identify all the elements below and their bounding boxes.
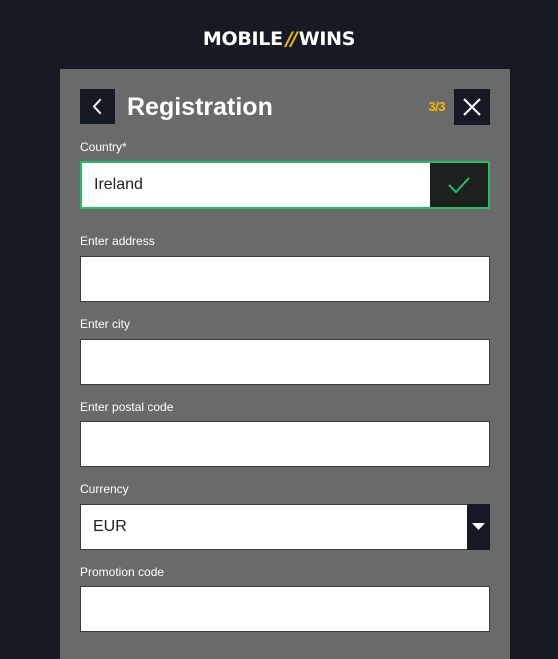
promotion-code-input[interactable] [80,586,490,632]
registration-panel: Registration 3/3 Country* Ireland Enter … [60,69,510,659]
city-input[interactable] [80,339,490,385]
currency-label: Currency [80,482,129,496]
step-counter: 3/3 [428,99,445,114]
close-icon [463,98,481,116]
country-field[interactable]: Ireland [80,161,490,209]
country-value: Ireland [94,176,143,193]
checkmark-icon [448,177,470,194]
logo-slash: // [285,28,298,50]
page-title: Registration [127,93,273,121]
back-button[interactable] [80,89,115,124]
country-valid-indicator [430,163,488,207]
brand-logo: MOBILE//WINS [0,28,558,50]
postal-code-label: Enter postal code [80,400,174,414]
logo-text-mobile: MOBILE [202,28,283,50]
promotion-code-label: Promotion code [80,565,165,579]
currency-dropdown-toggle[interactable] [467,504,490,550]
currency-select[interactable]: EUR [80,504,490,550]
address-input[interactable] [80,256,490,302]
country-label: Country* [80,140,127,154]
city-label: Enter city [80,317,131,331]
logo-text-wins: WINS [298,28,356,50]
address-label: Enter address [80,234,155,248]
close-button[interactable] [454,89,490,125]
postal-code-input[interactable] [80,421,490,467]
caret-down-icon [472,523,485,530]
currency-value: EUR [93,518,127,535]
chevron-left-icon [92,98,102,115]
